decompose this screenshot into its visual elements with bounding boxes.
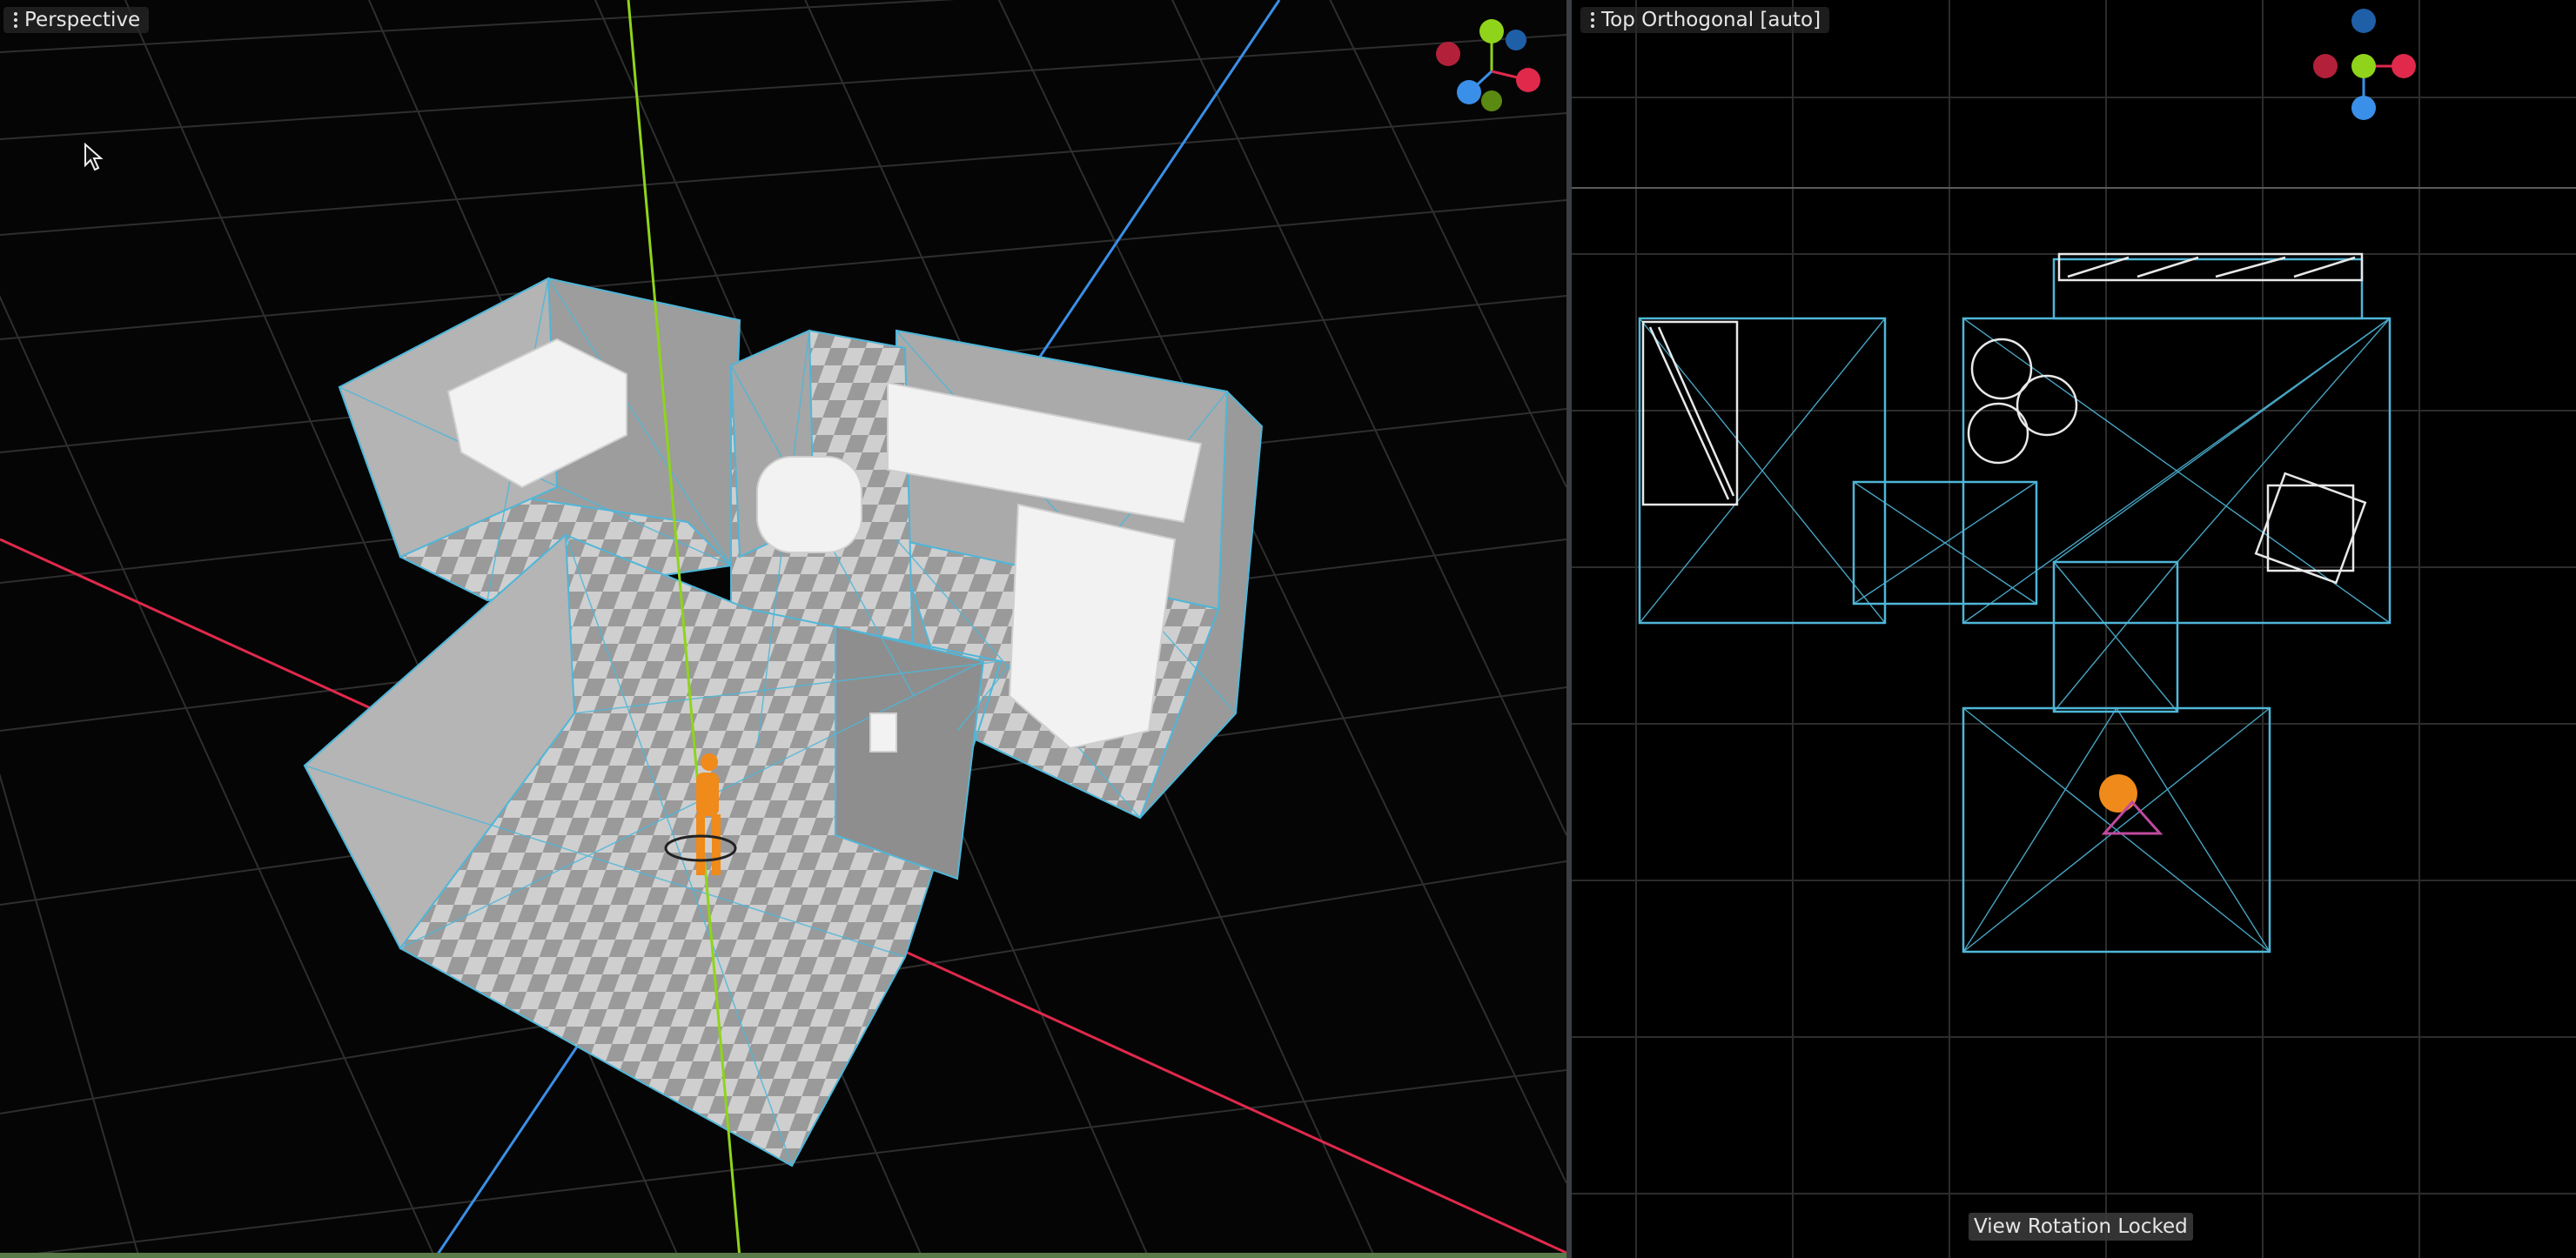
perspective-viewport[interactable]: Perspective <box>0 0 1566 1258</box>
top-view-menu[interactable]: Top Orthogonal [auto] <box>1580 7 1830 33</box>
viewport-title: Top Orthogonal [auto] <box>1601 9 1821 31</box>
mouse-cursor-icon <box>84 143 104 171</box>
viewport-title: Perspective <box>24 9 141 31</box>
perspective-axis-gizmo[interactable] <box>1436 19 1540 111</box>
kebab-menu-icon[interactable] <box>7 7 24 33</box>
perspective-scene[interactable] <box>0 0 1566 1258</box>
top-orthogonal-viewport[interactable]: Top Orthogonal [auto] <box>1572 0 2576 1258</box>
navmesh-top <box>1638 258 2392 954</box>
furniture-top <box>1641 252 2367 585</box>
view-rotation-locked-label: View Rotation Locked <box>1969 1213 2193 1241</box>
top-axis-gizmo[interactable] <box>2313 9 2416 120</box>
perspective-view-menu[interactable]: Perspective <box>3 7 150 33</box>
player-character-top <box>2099 774 2163 835</box>
kebab-menu-icon[interactable] <box>1584 7 1601 33</box>
top-orthogonal-scene[interactable] <box>1572 0 2576 1258</box>
viewport-border <box>0 1253 1566 1258</box>
